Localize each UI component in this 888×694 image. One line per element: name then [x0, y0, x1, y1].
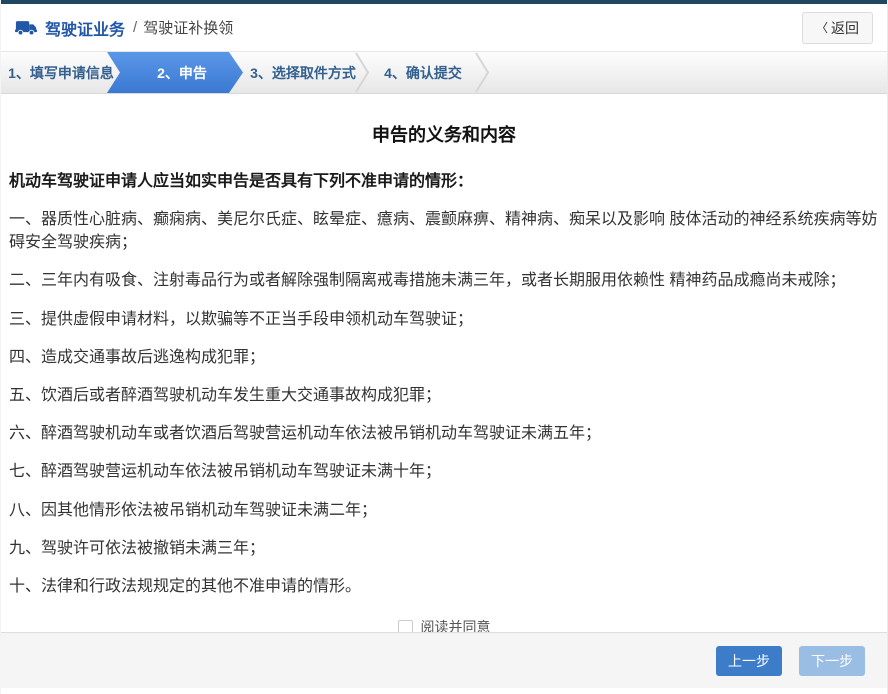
chevron-left-icon: 〈	[816, 19, 828, 36]
step-tab[interactable]: 1、填写申请信息	[1, 52, 121, 93]
step-tab-label: 4、确认提交	[384, 63, 462, 83]
truck-icon	[15, 20, 37, 36]
chevron-right-icon	[475, 52, 489, 93]
page-title: 申告的义务和内容	[9, 121, 879, 147]
previous-step-button[interactable]: 上一步	[716, 646, 782, 676]
declaration-item: 二、三年内有吸食、注射毒品行为或者解除强制隔离戒毒措施未满三年，或者长期服用依赖…	[9, 269, 879, 292]
step-tabs: 1、填写申请信息 2、申告 3、选择取件方式 4、确认提交	[1, 52, 887, 94]
step-tab-label: 1、填写申请信息	[8, 63, 114, 83]
declaration-item: 五、饮酒后或者醉酒驾驶机动车发生重大交通事故构成犯罪；	[9, 384, 879, 407]
breadcrumb-section[interactable]: 驾驶证业务	[15, 16, 125, 40]
footer-bar: 上一步 下一步	[1, 632, 887, 688]
step-tab[interactable]: 2、申告	[107, 52, 243, 93]
declaration-item: 四、造成交通事故后逃逸构成犯罪；	[9, 346, 879, 369]
step-tab-label: 2、申告	[157, 63, 207, 83]
declaration-item: 六、醉酒驾驶机动车或者饮酒后驾驶营运机动车依法被吊销机动车驾驶证未满五年；	[9, 422, 879, 445]
agree-label[interactable]: 阅读并同意	[421, 617, 491, 632]
step-tab[interactable]: 4、确认提交	[363, 52, 483, 93]
next-step-button[interactable]: 下一步	[799, 646, 865, 676]
chevron-right-icon	[355, 52, 369, 93]
declaration-item: 九、驾驶许可依法被撤销未满三年；	[9, 537, 879, 560]
declaration-content: 申告的义务和内容 机动车驾驶证申请人应当如实申告是否具有下列不准申请的情形： 一…	[1, 94, 887, 632]
agree-checkbox[interactable]	[398, 620, 413, 632]
declaration-item: 三、提供虚假申请材料，以欺骗等不正当手段申领机动车驾驶证；	[9, 308, 879, 331]
back-button-label: 返回	[831, 18, 859, 38]
step-tab-label: 3、选择取件方式	[250, 63, 356, 83]
section-title: 驾驶证业务	[45, 16, 125, 40]
declaration-item: 七、醉酒驾驶营运机动车依法被吊销机动车驾驶证未满十年；	[9, 460, 879, 483]
back-button[interactable]: 〈 返回	[802, 12, 873, 44]
header: 驾驶证业务 / 驾驶证补换领 〈 返回	[1, 4, 887, 52]
declaration-item: 一、器质性心脏病、癫痫病、美尼尔氏症、眩晕症、癔病、震颤麻痹、精神病、痴呆以及影…	[9, 208, 879, 254]
breadcrumb-separator: /	[133, 19, 137, 36]
declaration-item: 十、法律和行政法规规定的其他不准申请的情形。	[9, 575, 879, 598]
page: 驾驶证业务 / 驾驶证补换领 〈 返回 1、填写申请信息 2、申告	[0, 0, 888, 694]
declaration-intro: 机动车驾驶证申请人应当如实申告是否具有下列不准申请的情形：	[9, 167, 879, 191]
agree-row: 阅读并同意	[9, 613, 879, 632]
step-tab[interactable]: 3、选择取件方式	[243, 52, 363, 93]
breadcrumb-current: 驾驶证补换领	[143, 17, 233, 38]
declaration-items: 一、器质性心脏病、癫痫病、美尼尔氏症、眩晕症、癔病、震颤麻痹、精神病、痴呆以及影…	[9, 208, 879, 613]
declaration-item: 八、因其他情形依法被吊销机动车驾驶证未满二年；	[9, 499, 879, 522]
